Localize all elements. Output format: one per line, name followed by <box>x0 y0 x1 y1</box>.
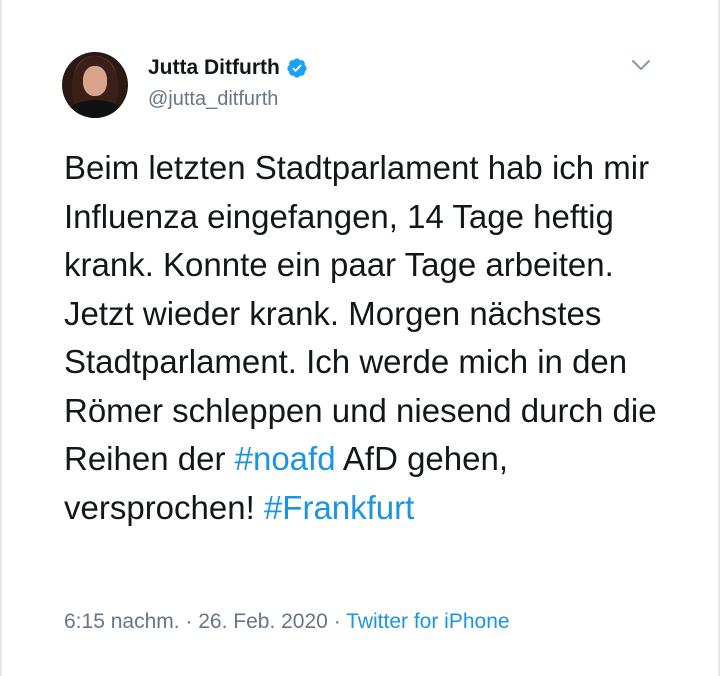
meta-separator: · <box>327 610 347 633</box>
tweet-header: Jutta Ditfurth @jutta_ditfurth <box>62 44 672 124</box>
avatar-face <box>83 66 107 96</box>
verified-badge-icon <box>287 58 307 78</box>
tweet-date[interactable]: 26. Feb. 2020 <box>198 610 328 633</box>
avatar[interactable] <box>62 52 128 118</box>
hashtag-frankfurt-link[interactable]: #Frankfurt <box>264 489 414 526</box>
tweet-time[interactable]: 6:15 nachm. <box>64 610 180 633</box>
author-display-name[interactable]: Jutta Ditfurth <box>148 56 280 80</box>
hashtag-noafd-link[interactable]: #noafd <box>235 440 336 477</box>
tweet-metadata: 6:15 nachm. · 26. Feb. 2020 · Twitter fo… <box>64 610 510 634</box>
chevron-down-icon[interactable] <box>630 58 652 72</box>
tweet-text: Beim letzten Stadtparlament hab ich mir … <box>64 144 664 532</box>
tweet-text-segment: Beim letzten Stadtparlament hab ich mir … <box>64 149 657 477</box>
author-handle[interactable]: @jutta_ditfurth <box>148 88 278 111</box>
meta-separator: · <box>179 610 199 633</box>
author-name-row: Jutta Ditfurth <box>148 56 308 80</box>
tweet-card: Jutta Ditfurth @jutta_ditfurth Beim letz… <box>62 44 672 633</box>
tweet-source-link[interactable]: Twitter for iPhone <box>346 610 509 633</box>
